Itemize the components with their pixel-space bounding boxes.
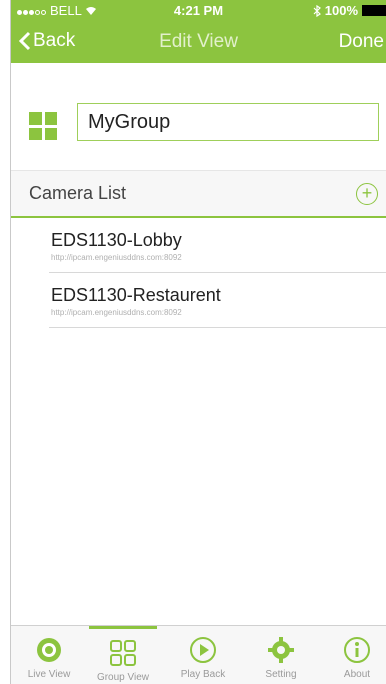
camera-list-header: Camera List +	[11, 170, 386, 218]
camera-name: EDS1130-Restaurent	[51, 285, 221, 305]
plus-icon: +	[361, 183, 373, 203]
play-back-icon	[190, 637, 216, 663]
group-view-icon	[110, 640, 136, 666]
back-button[interactable]: Back	[19, 30, 75, 52]
wifi-icon	[85, 6, 96, 15]
carrier-name: BELL	[50, 3, 82, 18]
group-grid-icon	[29, 112, 57, 140]
group-name-input[interactable]	[77, 103, 379, 141]
tab-label: Group View	[96, 672, 150, 683]
signal-icon	[17, 3, 47, 18]
tab-label: Setting	[265, 669, 297, 680]
battery-icon	[362, 5, 386, 16]
page-title: Edit View	[159, 31, 238, 52]
carrier-info: BELL	[17, 3, 97, 18]
nav-bar: Back Edit View Done	[11, 21, 386, 63]
list-item[interactable]: EDS1130-Restaurent http://ipcam.engenius…	[49, 273, 386, 328]
app-screen: BELL 4:21 PM 100% Back Edit View Done Ca…	[10, 0, 386, 684]
back-label: Back	[33, 30, 76, 51]
chevron-left-icon	[19, 31, 31, 51]
camera-url: http://ipcam.engeniusddns.com:8092	[51, 253, 182, 262]
tab-label: Play Back	[180, 669, 226, 680]
status-time: 4:21 PM	[173, 3, 224, 18]
status-bar: BELL 4:21 PM 100%	[11, 0, 386, 21]
camera-url: http://ipcam.engeniusddns.com:8092	[51, 308, 182, 317]
tab-group-view[interactable]: Group View	[89, 626, 157, 684]
camera-name: EDS1130-Lobby	[51, 230, 182, 250]
camera-list-label: Camera List	[29, 183, 127, 203]
tab-setting[interactable]: Setting	[247, 626, 315, 684]
gear-icon	[268, 637, 294, 663]
tab-live-view[interactable]: Live View	[15, 626, 83, 684]
list-item[interactable]: EDS1130-Lobby http://ipcam.engeniusddns.…	[49, 218, 386, 273]
tab-bar: Live View Group View Play Back Setting A…	[11, 625, 386, 684]
live-view-icon	[37, 638, 61, 662]
info-icon	[344, 637, 370, 663]
camera-list: EDS1130-Lobby http://ipcam.engeniusddns.…	[49, 218, 386, 328]
done-button[interactable]: Done	[339, 31, 384, 53]
bluetooth-icon	[313, 4, 321, 17]
tab-label: About	[343, 669, 371, 680]
tab-label: Live View	[27, 669, 71, 680]
tab-play-back[interactable]: Play Back	[169, 626, 237, 684]
battery-percent: 100%	[324, 3, 358, 18]
add-camera-button[interactable]: +	[356, 183, 378, 205]
status-right: 100%	[313, 3, 386, 18]
group-name-row	[11, 98, 386, 154]
tab-about[interactable]: About	[323, 626, 386, 684]
